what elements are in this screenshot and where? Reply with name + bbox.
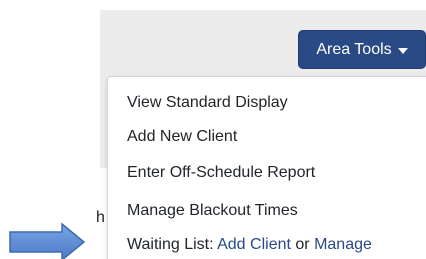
arrow-right-icon (9, 222, 86, 259)
menu-item-waiting-list: Waiting List: Add Client or Manage (127, 235, 372, 255)
waiting-list-or-text: or (290, 236, 315, 253)
waiting-list-prefix: Waiting List: (127, 236, 218, 253)
partial-background-text: h (96, 209, 105, 226)
area-tools-button[interactable]: Area Tools (298, 30, 426, 69)
area-tools-label: Area Tools (316, 40, 392, 58)
page: Area Tools h View Standard Display Add N… (0, 0, 426, 259)
area-tools-dropdown-menu: View Standard Display Add New Client Ent… (107, 76, 426, 259)
waiting-list-manage-link[interactable]: Manage (314, 236, 372, 253)
menu-item-view-standard-display[interactable]: View Standard Display (127, 93, 288, 113)
menu-item-enter-off-schedule-report[interactable]: Enter Off-Schedule Report (127, 163, 315, 183)
caret-down-icon (397, 47, 408, 54)
menu-item-add-new-client[interactable]: Add New Client (127, 127, 237, 147)
waiting-list-add-client-link[interactable]: Add Client (217, 236, 291, 253)
menu-item-manage-blackout-times[interactable]: Manage Blackout Times (127, 201, 298, 221)
